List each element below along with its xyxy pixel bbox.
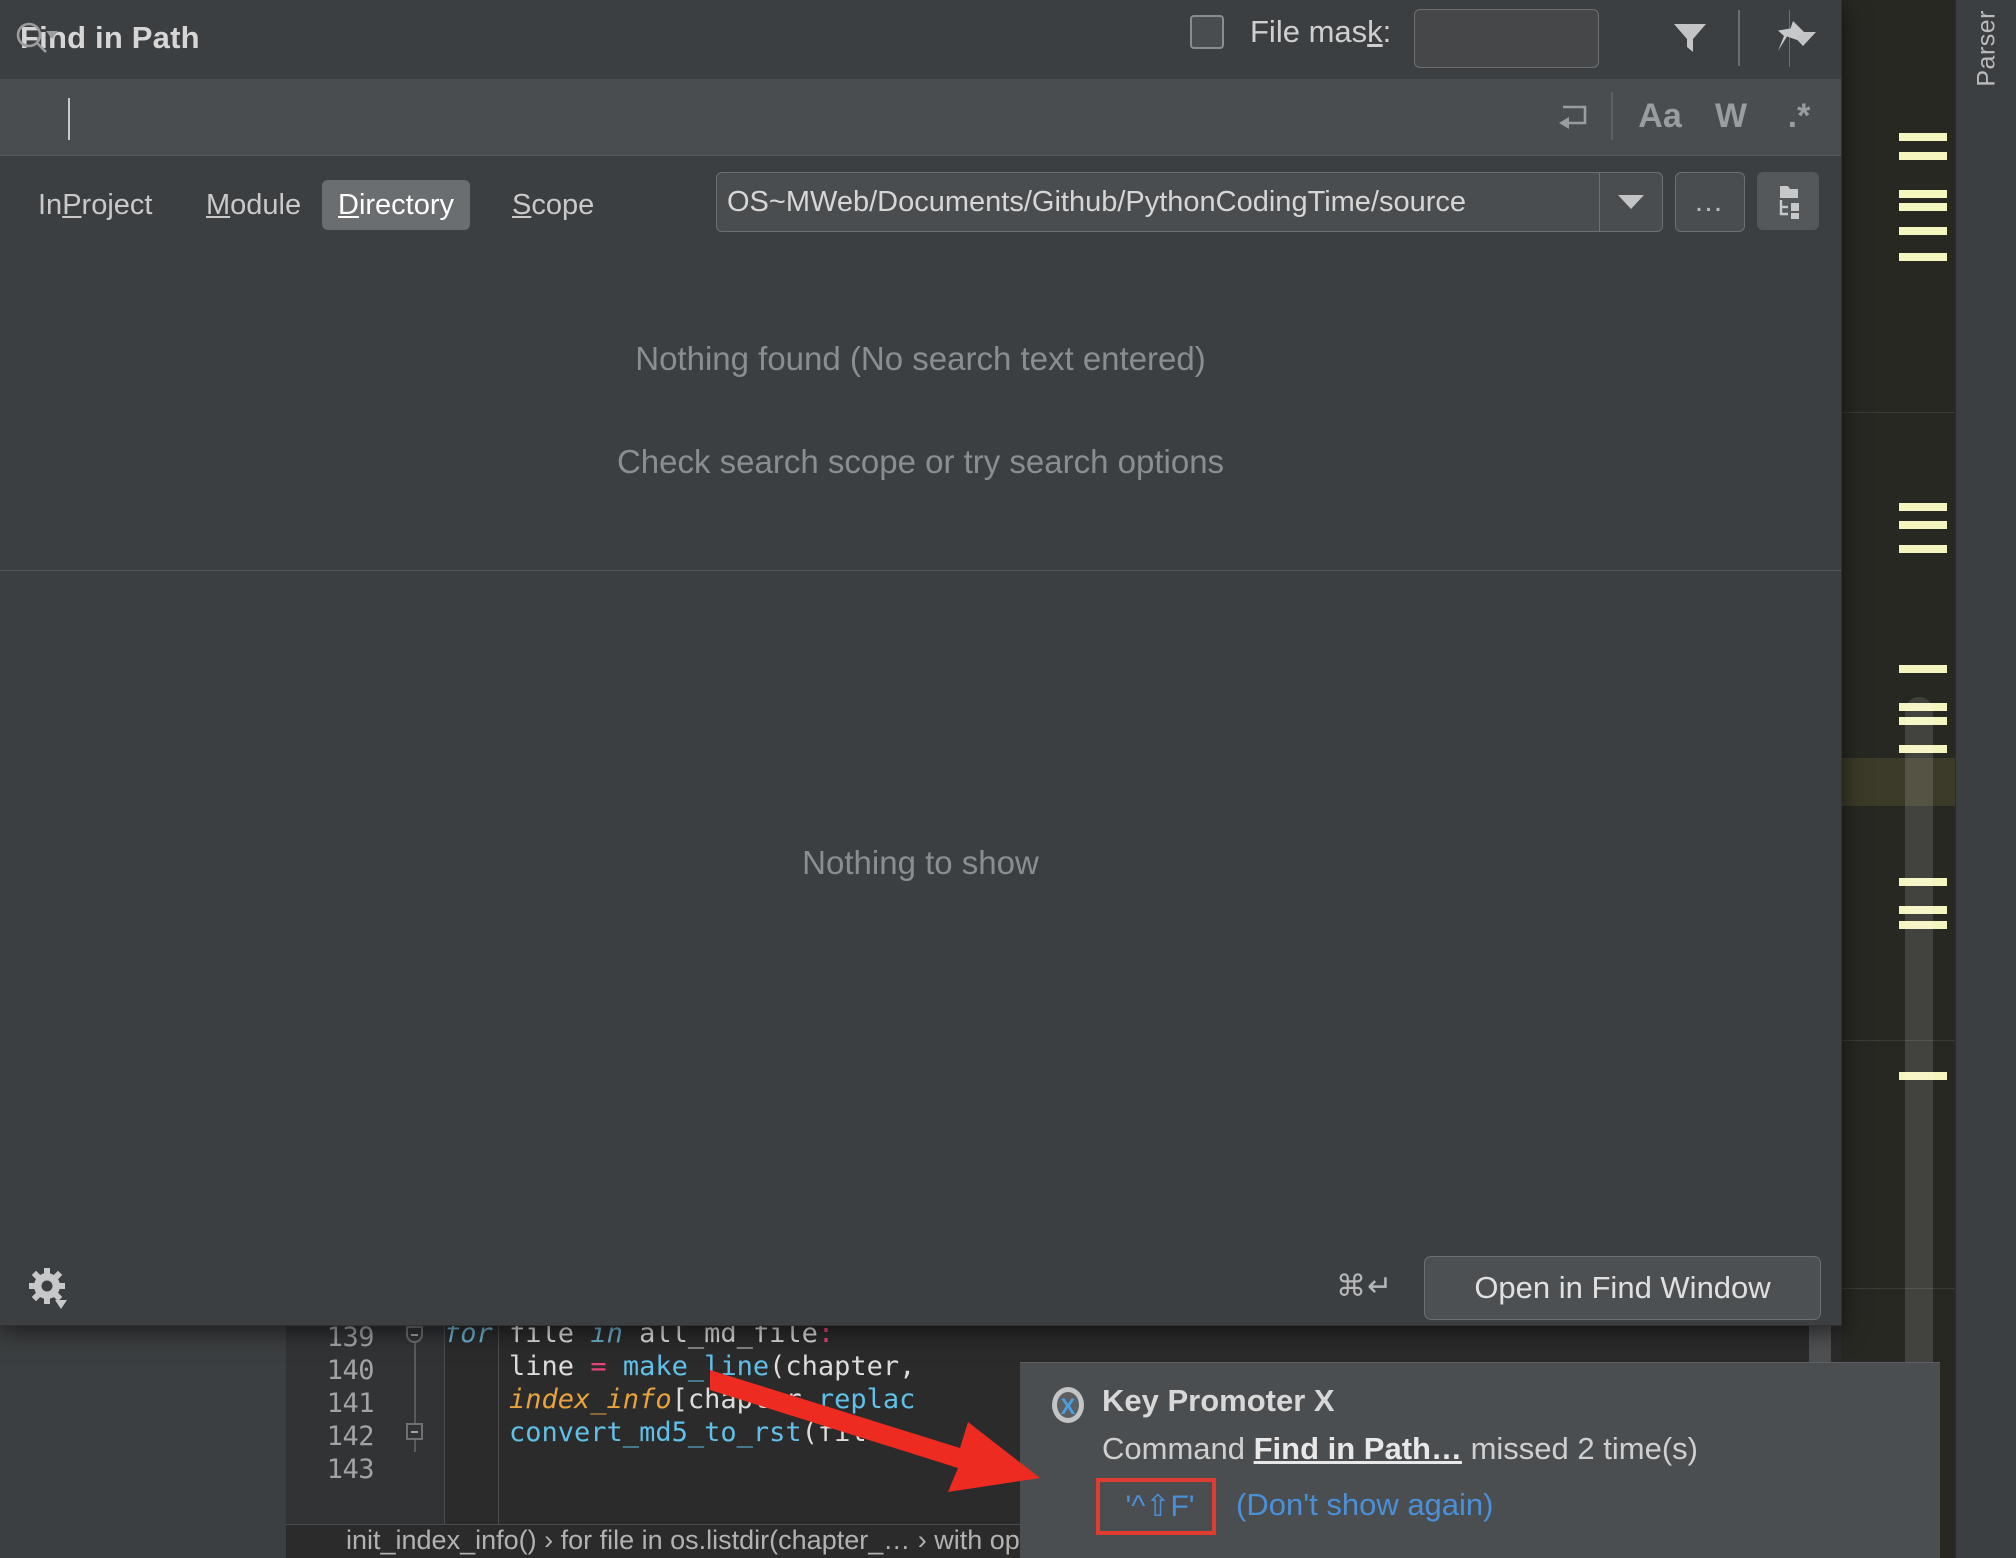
chevron-down-icon (1618, 195, 1644, 209)
whole-words-button[interactable]: W (1704, 88, 1758, 144)
line-number: 142 (327, 1421, 374, 1452)
new-line-icon (1553, 97, 1595, 135)
editor-marker-bar[interactable] (1841, 0, 1955, 1558)
search-icon (12, 19, 60, 57)
search-input[interactable] (72, 14, 1556, 64)
notification-title: Key Promoter X (1102, 1383, 1335, 1419)
editor-left-panel-lower (0, 1528, 286, 1558)
code-token: [chapter. (672, 1384, 818, 1415)
new-line-button[interactable] (1546, 88, 1602, 144)
search-options-separator (1611, 92, 1613, 140)
module-tree-button[interactable] (1757, 172, 1819, 230)
open-in-find-window-button[interactable]: Open in Find Window (1424, 1256, 1821, 1320)
header-separator (1738, 10, 1740, 66)
line-number-gutter: 139 140 141 142 143 (286, 1316, 386, 1558)
folder-tree-icon (1768, 182, 1808, 220)
code-token: replac (818, 1384, 916, 1415)
regex-button[interactable]: .* (1772, 88, 1826, 144)
code-folding-gutter[interactable] (386, 1316, 444, 1558)
open-shortcut-hint: ⌘↵ (1336, 1269, 1393, 1304)
scope-tab-scope[interactable]: Scope (496, 180, 610, 230)
nothing-found-message: Nothing found (No search text entered) (0, 340, 1841, 378)
find-in-path-dialog: Find in Path File mask: (0, 0, 1842, 1326)
fold-marker-collapse[interactable] (406, 1326, 423, 1343)
pin-icon (1767, 17, 1809, 59)
minimap-current-line (1841, 758, 1955, 806)
key-promoter-notification: X Key Promoter X Command Find in Path… m… (1020, 1362, 1940, 1558)
line-number: 143 (327, 1454, 374, 1485)
match-case-button[interactable]: Aa (1630, 88, 1690, 144)
find-dialog-footer: ⌘↵ Open in Find Window (0, 1251, 1841, 1325)
filter-icon (1672, 21, 1708, 55)
shortcut-text: '^⇧F' (1100, 1482, 1220, 1531)
gear-icon (27, 1266, 73, 1312)
pin-button[interactable] (1762, 12, 1814, 64)
key-promoter-x-icon: X (1048, 1385, 1088, 1425)
line-number: 141 (327, 1388, 374, 1419)
text-caret (68, 98, 70, 140)
preview-area: Nothing to show (0, 571, 1841, 1251)
scope-tab-directory[interactable]: Directory (322, 180, 470, 230)
directory-dropdown-button[interactable] (1599, 173, 1662, 231)
search-results-area: Nothing found (No search text entered) C… (0, 238, 1841, 571)
code-token: (file (802, 1417, 883, 1448)
dont-show-again-link[interactable]: (Don't show again) (1236, 1487, 1494, 1523)
directory-input[interactable] (717, 173, 1599, 231)
notification-message: Command Find in Path… missed 2 time(s) (1102, 1431, 1698, 1467)
code-token: (chapter, (769, 1351, 915, 1382)
settings-button[interactable] (24, 1263, 76, 1315)
svg-text:X: X (1061, 1394, 1076, 1419)
code-token: convert_md5_to_rst (444, 1417, 802, 1448)
scope-tab-module[interactable]: Module (190, 180, 317, 230)
browse-directory-button[interactable]: … (1675, 172, 1745, 232)
directory-combobox[interactable] (716, 172, 1663, 232)
tool-window-tab-label: Parser (1972, 10, 2001, 87)
screen-root: 139 140 141 142 143 for file in all_md_f… (0, 0, 2016, 1558)
code-token: = (590, 1351, 623, 1382)
code-token: make_line (623, 1351, 769, 1382)
search-icon-button[interactable] (12, 18, 60, 58)
editor-left-panel (0, 1316, 286, 1558)
line-number: 140 (327, 1355, 374, 1386)
minimap-surface (1841, 0, 1955, 1558)
code-token: line (444, 1351, 590, 1382)
filter-button[interactable] (1664, 12, 1716, 64)
line-number: 139 (327, 1322, 374, 1353)
shortcut-highlight-box: '^⇧F' (1096, 1478, 1216, 1535)
nothing-to-show-message: Nothing to show (0, 844, 1841, 882)
scope-tab-in-project[interactable]: In Project (22, 180, 168, 230)
fold-marker-collapse[interactable] (406, 1423, 423, 1440)
code-token: index_info (444, 1384, 672, 1415)
check-scope-message: Check search scope or try search options (0, 443, 1841, 481)
tool-window-tab-parser[interactable]: Parser (1955, 0, 2016, 1558)
